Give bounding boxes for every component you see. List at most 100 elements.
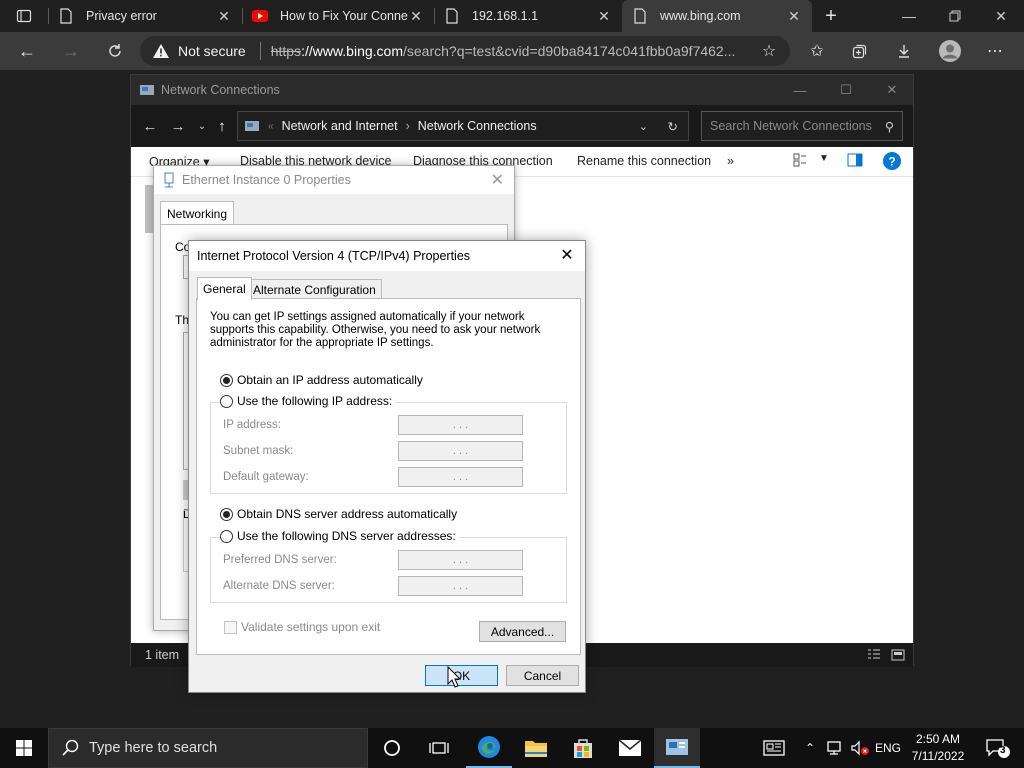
restore-button[interactable] <box>932 0 978 32</box>
tab-router[interactable]: 192.168.1.1 ✕ <box>434 0 622 32</box>
forward-button[interactable]: → <box>56 36 86 66</box>
subnet-mask-field[interactable]: . . . <box>398 441 523 461</box>
taskbar-search-box[interactable]: Type here to search <box>48 728 368 768</box>
tab-privacy-error[interactable]: Privacy error ✕ <box>48 0 242 32</box>
tab-alternate-configuration[interactable]: Alternate Configuration <box>247 279 382 299</box>
show-hidden-icons-button[interactable]: ⌃ <box>800 728 820 768</box>
add-favorite-button[interactable]: ☆ <box>754 36 784 66</box>
up-button[interactable]: ↑ <box>209 111 235 141</box>
address-bar[interactable]: Not secure https://www.bing.com/search?q… <box>140 36 790 66</box>
explorer-search-box[interactable]: Search Network Connections ⚲ <box>701 111 903 141</box>
edge-app-button[interactable] <box>466 728 512 768</box>
obtain-ip-auto-radio[interactable]: Obtain an IP address automatically <box>220 373 423 387</box>
collections-icon <box>852 44 867 59</box>
profile-button[interactable] <box>935 36 965 66</box>
favorites-button[interactable]: ✩ <box>802 36 832 66</box>
clock-time: 2:50 AM <box>915 732 961 746</box>
minimize-button[interactable]: — <box>886 0 932 32</box>
volume-muted-icon <box>851 740 869 756</box>
validate-settings-checkbox[interactable]: Validate settings upon exit <box>224 620 380 634</box>
preferred-dns-field[interactable]: . . . <box>398 550 523 570</box>
advanced-button[interactable]: Advanced... <box>479 621 566 642</box>
tab-bing[interactable]: www.bing.com ✕ <box>622 0 812 32</box>
view-dropdown-icon[interactable]: ▼ <box>819 153 829 164</box>
close-tab-icon[interactable]: ✕ <box>786 8 802 25</box>
help-icon[interactable]: ? <box>883 152 901 173</box>
windows-taskbar: Type here to search ⌃ ENG 2:50 AM 7/11/2… <box>0 728 1024 768</box>
explorer-address-bar[interactable]: « Network and Internet › Network Connect… <box>237 111 689 141</box>
downloads-button[interactable] <box>889 36 919 66</box>
close-tab-icon[interactable]: ✕ <box>408 8 424 25</box>
back-button[interactable]: ← <box>12 36 42 66</box>
default-gateway-field[interactable]: . . . <box>398 467 523 487</box>
page-icon <box>58 8 74 24</box>
details-view-icon[interactable] <box>867 648 881 665</box>
explorer-close-button[interactable]: ✕ <box>869 75 915 105</box>
ellipsis-icon: ⋯ <box>987 43 1003 60</box>
store-app-button[interactable] <box>560 728 606 768</box>
windows-logo-icon <box>16 740 32 756</box>
use-following-dns-radio[interactable]: Use the following DNS server addresses: <box>220 529 459 543</box>
mail-icon <box>618 739 642 756</box>
breadcrumb-network-connections[interactable]: Network Connections <box>418 119 537 133</box>
ip-address-field[interactable]: . . . <box>398 415 523 435</box>
explorer-title: Network Connections <box>161 83 280 97</box>
collections-button[interactable] <box>845 36 875 66</box>
url-text[interactable]: https://www.bing.com/search?q=test&cvid=… <box>271 43 741 59</box>
more-commands-button[interactable]: » <box>727 154 734 168</box>
explorer-search-placeholder: Search Network Connections <box>710 119 872 133</box>
network-connections-app-button[interactable] <box>654 728 700 768</box>
network-tray-button[interactable] <box>822 728 846 768</box>
tab-actions-button[interactable] <box>0 0 48 32</box>
tab-how-to-fix[interactable]: How to Fix Your Connec ✕ <box>242 0 434 32</box>
use-following-ip-radio[interactable]: Use the following IP address: <box>220 394 396 408</box>
close-tab-icon[interactable]: ✕ <box>596 8 612 25</box>
refresh-icon <box>109 44 121 57</box>
explorer-forward-button[interactable]: → <box>165 111 191 141</box>
ethernet-close-button[interactable]: ✕ <box>491 170 504 190</box>
close-tab-icon[interactable]: ✕ <box>216 8 232 25</box>
settings-more-button[interactable]: ⋯ <box>980 36 1010 66</box>
breadcrumb-network-and-internet[interactable]: Network and Internet <box>282 119 398 133</box>
ok-button[interactable]: OK <box>425 665 498 686</box>
url-path: /search?q=test&cvid=d90ba84174c041fbb0a9… <box>403 43 736 59</box>
refresh-icon[interactable]: ↻ <box>668 119 678 134</box>
address-dropdown-icon[interactable]: ⌄ <box>639 120 648 133</box>
start-button[interactable] <box>0 728 48 768</box>
connection-item-icon[interactable] <box>145 185 153 233</box>
alternate-dns-field[interactable]: . . . <box>398 576 523 596</box>
explorer-maximize-button[interactable]: ☐ <box>823 75 869 105</box>
cancel-button[interactable]: Cancel <box>506 665 579 686</box>
volume-tray-button[interactable] <box>848 728 872 768</box>
refresh-button[interactable] <box>100 36 130 66</box>
view-options-icon[interactable] <box>793 153 807 170</box>
explorer-minimize-button[interactable]: — <box>777 75 823 105</box>
general-tab-panel: You can get IP settings assigned automat… <box>196 298 581 655</box>
cortana-button[interactable] <box>369 728 415 768</box>
not-secure-label: Not secure <box>178 43 246 59</box>
preview-pane-icon[interactable] <box>847 153 863 170</box>
breadcrumb-chevron-icon: › <box>405 119 410 133</box>
ipv4-close-button[interactable]: ✕ <box>557 245 577 265</box>
rename-command[interactable]: Rename this connection <box>577 154 711 168</box>
taskbar-clock[interactable]: 2:50 AM 7/11/2022 <box>900 731 976 765</box>
tab-general[interactable]: General <box>197 277 252 300</box>
mail-app-button[interactable] <box>607 728 653 768</box>
task-view-button[interactable] <box>416 728 462 768</box>
new-tab-button[interactable]: + <box>820 0 842 32</box>
tab-networking[interactable]: Networking <box>160 201 235 225</box>
obtain-dns-auto-radio[interactable]: Obtain DNS server address automatically <box>220 507 457 521</box>
close-window-button[interactable]: ✕ <box>978 0 1024 32</box>
control-panel-icon <box>666 739 688 755</box>
explorer-back-button[interactable]: ← <box>137 111 163 141</box>
radio-selected-icon <box>220 507 233 521</box>
security-warning[interactable]: Not secure <box>152 43 246 59</box>
news-widget-button[interactable] <box>756 728 792 768</box>
notification-center-button[interactable]: 3 <box>978 728 1018 768</box>
large-icons-view-icon[interactable] <box>891 648 905 665</box>
default-gateway-label: Default gateway: <box>223 471 309 483</box>
arrow-left-icon: ← <box>142 117 158 135</box>
chevron-down-icon: ⌄ <box>197 120 207 132</box>
file-explorer-app-button[interactable] <box>513 728 559 768</box>
network-adapter-icon <box>164 172 174 188</box>
